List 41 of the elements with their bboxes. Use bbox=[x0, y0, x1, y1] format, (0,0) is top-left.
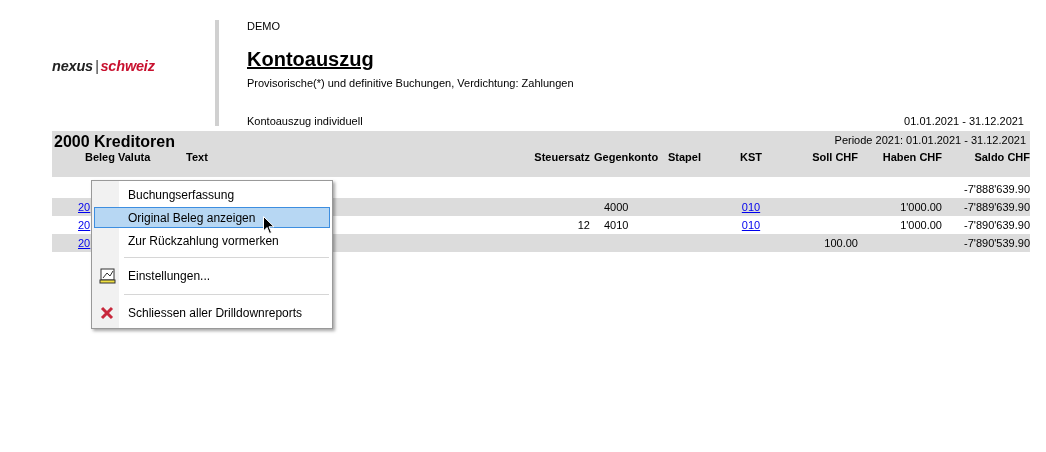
table-cell: -7'890'539.90 bbox=[964, 237, 1030, 249]
report-title: Kontoauszug bbox=[247, 48, 374, 71]
beleg-link[interactable]: 20 bbox=[78, 201, 91, 213]
table-cell: 1'000.00 bbox=[900, 201, 942, 213]
menu-item[interactable]: Schliessen aller Drilldownreports bbox=[94, 301, 330, 325]
column-header: Text bbox=[186, 151, 208, 163]
menu-item[interactable]: Original Beleg anzeigen bbox=[94, 207, 330, 228]
column-header: Valuta bbox=[118, 151, 151, 163]
mouse-pointer-icon bbox=[263, 216, 275, 235]
table-cell: -7'889'639.90 bbox=[964, 201, 1030, 213]
column-header: Saldo CHF bbox=[974, 151, 1030, 163]
column-header: Soll CHF bbox=[812, 151, 858, 163]
column-header: Beleg bbox=[85, 151, 115, 163]
beleg-link[interactable]: 20 bbox=[78, 219, 91, 231]
menu-item[interactable]: Buchungserfassung bbox=[94, 184, 330, 205]
account-title: 2000 Kreditoren bbox=[54, 133, 175, 151]
table-cell: 100.00 bbox=[824, 237, 858, 249]
settings-icon bbox=[99, 267, 117, 285]
table-cell: 4010 bbox=[604, 219, 629, 231]
menu-item[interactable]: Zur Rückzahlung vormerken bbox=[94, 230, 330, 251]
report-name: Kontoauszug individuell bbox=[247, 115, 363, 127]
menu-item[interactable]: Einstellungen... bbox=[94, 264, 330, 288]
table-cell: -7'890'639.90 bbox=[964, 219, 1030, 231]
beleg-link[interactable]: 20 bbox=[78, 237, 91, 249]
company-name: DEMO bbox=[247, 20, 281, 32]
table-cell: 4000 bbox=[604, 201, 629, 213]
column-header: Gegenkonto bbox=[594, 151, 659, 163]
table-cell: 1'000.00 bbox=[900, 219, 942, 231]
column-header: KST bbox=[740, 151, 762, 163]
report-subtitle: Provisorische(*) und definitive Buchungen, Verdichtung: Zahlungen bbox=[247, 77, 575, 89]
period-label: Periode 2021: 01.01.2021 - 31.12.2021 bbox=[834, 133, 1026, 146]
date-range: 01.01.2021 - 31.12.2021 bbox=[904, 115, 1024, 127]
kst-link[interactable]: 010 bbox=[741, 201, 761, 213]
column-header: Stapel bbox=[668, 151, 701, 163]
table-cell: 12 bbox=[577, 219, 590, 231]
close-icon bbox=[99, 305, 115, 321]
kst-link[interactable]: 010 bbox=[741, 219, 761, 231]
logo: nexus|schweiz bbox=[52, 57, 155, 74]
table-cell: -7'888'639.90 bbox=[964, 183, 1030, 195]
column-header: Haben CHF bbox=[882, 151, 942, 163]
column-header: Steuersatz bbox=[534, 151, 590, 163]
